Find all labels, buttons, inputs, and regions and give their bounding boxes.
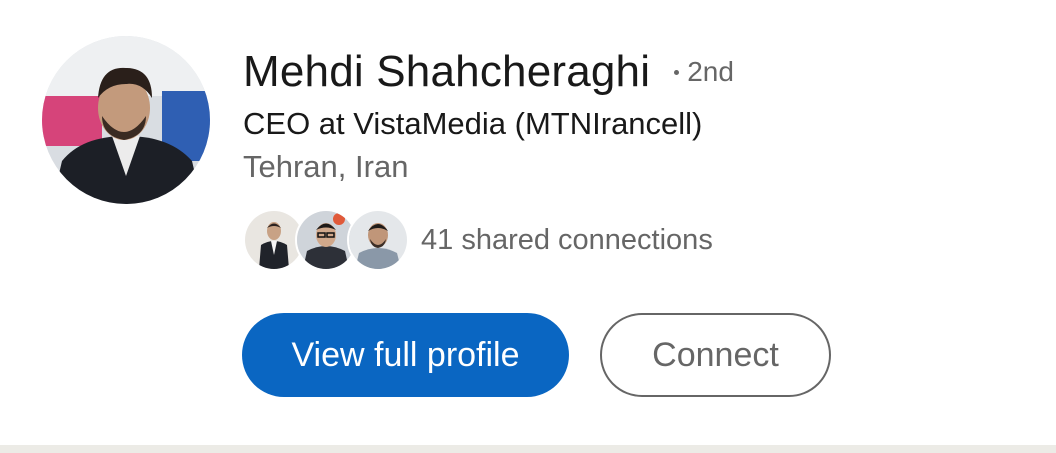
connection-avatar-3 (347, 209, 409, 271)
shared-connection-avatars (243, 209, 411, 271)
shared-connections-label: 41 shared connections (421, 223, 713, 256)
separator-dot (674, 69, 680, 75)
profile-name[interactable]: Mehdi Shahcheraghi (243, 47, 650, 97)
profile-headline: CEO at VistaMedia (MTNIrancell) (243, 106, 703, 141)
name-row: Mehdi Shahcheraghi 2nd (243, 44, 734, 100)
connection-degree: 2nd (687, 56, 734, 87)
view-full-profile-button[interactable]: View full profile (242, 313, 569, 397)
profile-card: Mehdi Shahcheraghi 2nd CEO at VistaMedia… (0, 0, 1056, 445)
bottom-divider (0, 445, 1056, 453)
shared-connections[interactable]: 41 shared connections (243, 209, 713, 271)
profile-photo (42, 36, 210, 204)
profile-avatar[interactable] (42, 36, 210, 204)
profile-location: Tehran, Iran (243, 149, 409, 184)
connect-button[interactable]: Connect (600, 313, 831, 397)
